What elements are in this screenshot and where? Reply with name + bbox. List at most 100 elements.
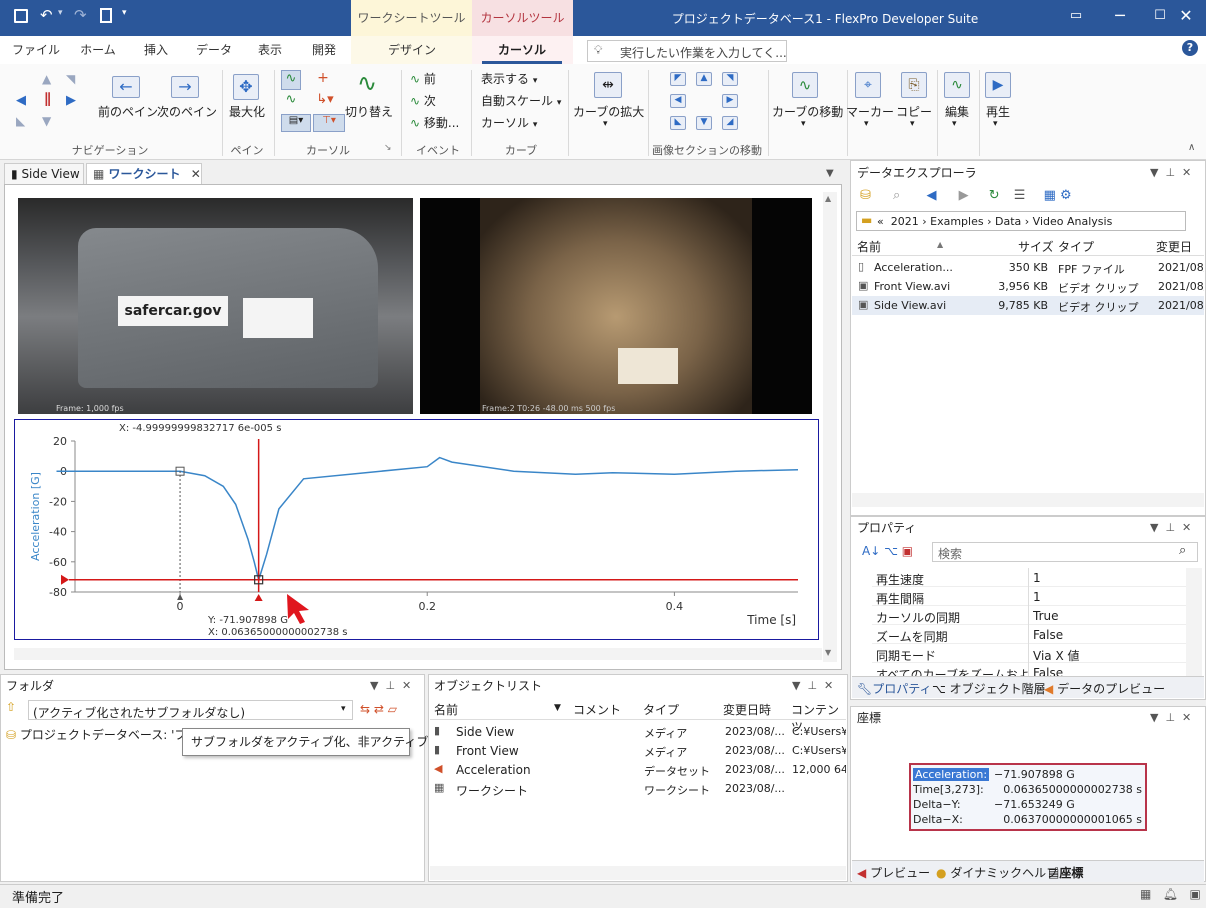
breadcrumb[interactable]: ▬ « 2021 › Examples › Data › Video Analy… (856, 211, 1186, 231)
tab-data[interactable]: データ (186, 36, 242, 64)
doc-hscrollbar[interactable] (14, 648, 822, 660)
object-row[interactable]: ◀ Acceleration データセット 2023/08/... 12,000 64 (430, 760, 846, 779)
chart-frame[interactable]: 20 0 -20 -40 -60 -80 0 0.2 0.4 Acceleration [G] Ti… (14, 419, 819, 640)
open-folder-icon[interactable]: ▱ (388, 702, 397, 716)
sort-az-icon[interactable]: A↓ (862, 544, 880, 558)
next-pane-icon[interactable]: → (171, 76, 199, 98)
property-row[interactable]: 再生間隔 1 (872, 587, 1186, 606)
explorer-row[interactable]: ▯ Acceleration... 350 KB FPF ファイル 2021/08/ (852, 258, 1204, 277)
qat-customize-icon[interactable]: ▾ (122, 8, 127, 18)
col-date[interactable]: 変更日 (1156, 238, 1192, 255)
col-type[interactable]: タイプ (1058, 238, 1094, 255)
img-down-left-icon[interactable]: ◣ (670, 116, 686, 130)
panel-menu-icon[interactable]: ▼ ⊥ ✕ (1150, 166, 1191, 179)
explorer-row[interactable]: ▣ Front View.avi 3,956 KB ビデオ クリップ 2021/08/ (852, 277, 1204, 296)
img-down-icon[interactable]: ▼ (696, 116, 712, 130)
marker-icon[interactable]: ⌖ (855, 72, 881, 98)
view-icon[interactable]: ☰ (1014, 188, 1026, 203)
img-left-icon[interactable]: ◀ (670, 94, 686, 108)
next-pane-button[interactable]: 次のペイン (157, 103, 217, 120)
cursor-dropdown[interactable]: カーソル ▾ (481, 114, 537, 131)
tab-design[interactable]: デザイン (370, 36, 454, 64)
crumb[interactable]: Data (995, 215, 1021, 228)
switch-button[interactable]: 切り替え (344, 103, 394, 120)
search-icon[interactable]: ⌕ (893, 188, 900, 203)
tab-object-hierarchy[interactable]: ⌥ オブジェクト階層 (932, 680, 1046, 697)
curve-move-icon[interactable]: ∿ (792, 72, 818, 98)
curve-zoom-icon[interactable]: ⇹ (594, 72, 622, 98)
col-modified[interactable]: 変更日時 (723, 701, 771, 718)
filter-icon[interactable]: ▣ (902, 544, 913, 558)
nav-up-right-icon[interactable]: ◥ (66, 72, 75, 86)
front-view-video[interactable]: Frame:2 T0:26 -48.00 ms 500 fps (420, 198, 812, 414)
explorer-row[interactable]: ▣ Side View.avi 9,785 KB ビデオ クリップ 2021/08/ (852, 296, 1204, 315)
side-view-video[interactable]: safercar.gov Frame: 1,000 fps (18, 198, 413, 414)
undo-icon[interactable]: ↶ (40, 6, 53, 24)
tab-preview[interactable]: ◀ プレビュー (857, 864, 930, 881)
calculator-icon[interactable]: ▦ (1044, 188, 1056, 203)
bell-icon[interactable]: 🔔︎ (1163, 887, 1178, 901)
tab-file[interactable]: ファイル (6, 36, 66, 64)
cursor-mode-4-icon[interactable]: ↳▾ (313, 92, 337, 112)
gear-icon[interactable]: ⚙ (1060, 188, 1072, 203)
maximize-pane-button[interactable]: 最大化 (224, 103, 270, 120)
cursor-mode-1-icon[interactable]: ∿ (281, 70, 301, 90)
notification-icon[interactable]: ▣ (1189, 887, 1200, 901)
tab-view[interactable]: 表示 (242, 36, 298, 64)
doc-menu-icon[interactable]: ▼ (826, 168, 834, 179)
object-row[interactable]: ▮ Front View メディア 2023/08/... C:¥Users¥ (430, 741, 846, 760)
col-type[interactable]: タイプ (643, 701, 679, 718)
tab-home[interactable]: ホーム (68, 36, 128, 64)
nav-up-icon[interactable]: ▲ (42, 72, 51, 86)
prev-pane-button[interactable]: 前のペイン (98, 103, 158, 120)
edit-button[interactable]: 編集 (940, 103, 974, 120)
nav-down-icon[interactable]: ▼ (42, 114, 51, 128)
scroll-up-icon[interactable]: ▲ (825, 194, 831, 203)
forward-icon[interactable]: ▶ (959, 188, 969, 203)
refresh-icon[interactable]: ↻ (989, 188, 1000, 203)
cursor-display-icon[interactable]: ▤▾ (281, 114, 311, 132)
undo-dropdown-icon[interactable]: ▾ (58, 8, 63, 18)
acceleration-chart[interactable]: 200-20-40-60-800 0.2 0.4Acceleration [G]Ti… (15, 420, 820, 641)
marker-button[interactable]: マーカー (846, 103, 894, 120)
panel-menu-icon[interactable]: ▼ ⊥ ✕ (370, 679, 411, 692)
tab-cursor[interactable]: カーソル (482, 36, 562, 64)
edit-icon[interactable]: ∿ (944, 72, 970, 98)
tab-insert[interactable]: 挿入 (128, 36, 184, 64)
event-next-button[interactable]: ∿ 次 (410, 92, 436, 109)
activate-icon[interactable]: ⇆ (360, 702, 370, 716)
play-button[interactable]: 再生 (981, 103, 1015, 120)
show-dropdown[interactable]: 表示する ▾ (481, 70, 537, 87)
subfolder-combo[interactable]: (アクティブ化されたサブフォルダなし) ▾ (28, 700, 353, 720)
explorer-hscrollbar[interactable] (852, 493, 1204, 507)
cursor-style-icon[interactable]: ⊤▾ (313, 114, 345, 132)
folder-up-icon[interactable]: ⇧ (6, 700, 18, 714)
curve-move-button[interactable]: カーブの移動 (772, 103, 843, 120)
doc-tab-worksheet[interactable]: ▦ ワークシート ✕ (86, 163, 202, 186)
nav-left-icon[interactable]: ◀ (16, 93, 26, 108)
copy-icon[interactable]: ⎘ (901, 72, 927, 98)
database-icon[interactable]: ⛁ (860, 188, 871, 203)
object-list-hscrollbar[interactable] (430, 866, 846, 880)
doc-vscrollbar[interactable]: ▲ ▼ (823, 192, 837, 662)
deactivate-icon[interactable]: ⇄ (374, 702, 384, 716)
img-down-right-icon[interactable]: ◢ (722, 116, 738, 130)
prev-pane-icon[interactable]: ← (112, 76, 140, 98)
panel-menu-icon[interactable]: ▼ ⊥ ✕ (1150, 711, 1191, 724)
img-right-icon[interactable]: ▶ (722, 94, 738, 108)
nav-right-icon[interactable]: ▶ (66, 93, 76, 108)
properties-search[interactable]: 検索 ⌕ (932, 542, 1198, 562)
layout-icon[interactable]: ▦ (1140, 887, 1151, 901)
event-prev-button[interactable]: ∿ 前 (410, 70, 436, 87)
tab-coordinates[interactable]: ▤座標 (1048, 864, 1083, 881)
img-up-right-icon[interactable]: ◥ (722, 72, 738, 86)
maximize-icon[interactable]: ✥ (233, 74, 259, 100)
new-doc-icon[interactable] (100, 8, 112, 23)
back-icon[interactable]: ◀ (926, 188, 936, 203)
close-tab-icon[interactable]: ✕ (191, 167, 201, 181)
tell-me-box[interactable]: 💡︎ 実行したい作業を入力してく... (587, 40, 787, 62)
panel-menu-icon[interactable]: ▼ ⊥ ✕ (792, 679, 833, 692)
nav-pause-icon[interactable]: ∥ (44, 91, 51, 107)
property-row[interactable]: 再生速度 1 (872, 568, 1186, 587)
img-up-left-icon[interactable]: ◤ (670, 72, 686, 86)
